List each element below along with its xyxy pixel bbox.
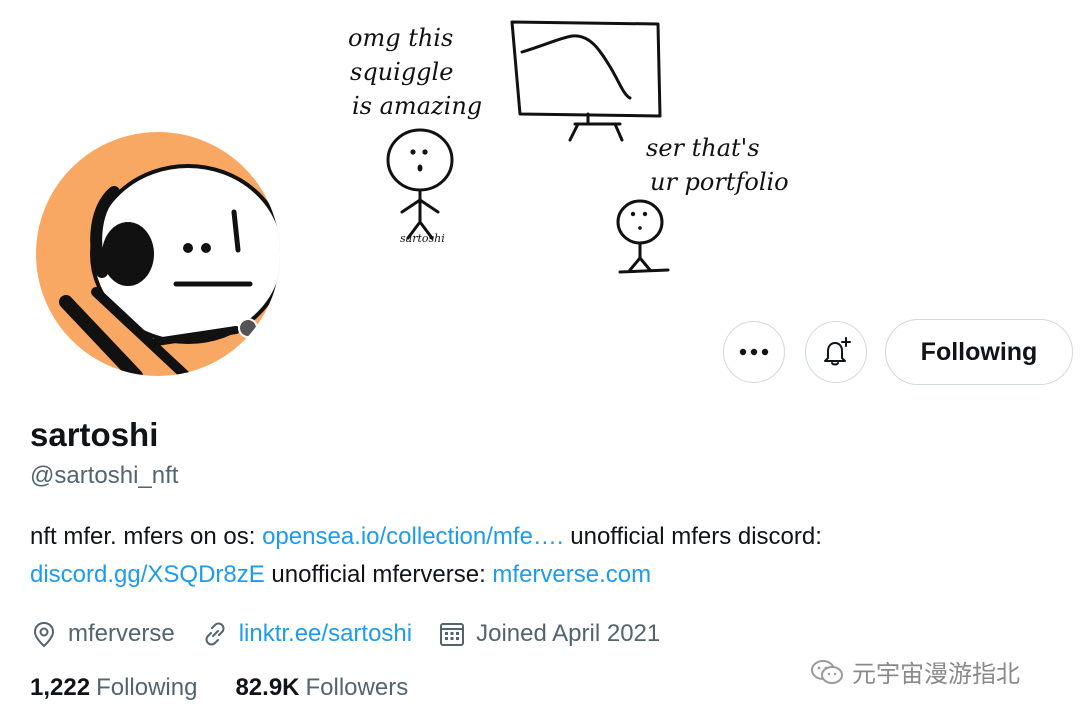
joined-item: Joined April 2021 xyxy=(438,620,660,648)
following-stat[interactable]: 1,222 Following xyxy=(30,674,197,702)
banner-caption-left-1: omg this xyxy=(348,24,453,52)
website-link[interactable]: linktr.ee/sartoshi xyxy=(239,620,412,648)
profile-meta: mferverse linktr.ee/sartoshi Joined Apri… xyxy=(30,614,686,654)
more-options-button[interactable] xyxy=(723,321,785,383)
notify-button[interactable] xyxy=(805,321,867,383)
profile-name: sartoshi xyxy=(30,416,159,453)
followers-label: Followers xyxy=(305,674,409,701)
location-item: mferverse xyxy=(30,620,175,648)
profile-avatar[interactable] xyxy=(34,130,282,378)
banner-caption-left-2: squiggle xyxy=(350,58,453,86)
wechat-icon xyxy=(811,659,843,684)
bio-text-1: nft mfer. mfers on os: xyxy=(30,523,263,550)
followers-stat[interactable]: 82.9K Followers xyxy=(235,674,408,702)
followers-count: 82.9K xyxy=(235,674,300,701)
more-horizontal-icon xyxy=(739,348,769,356)
watermark: 元宇宙漫游指北 xyxy=(810,654,1020,689)
bio-link-mferverse[interactable]: mferverse.com xyxy=(492,561,651,588)
bio-link-discord[interactable]: discord.gg/XSQDr8zE xyxy=(30,561,265,588)
following-count: 1,222 xyxy=(30,674,91,701)
location-pin-icon xyxy=(33,621,55,648)
location-text: mferverse xyxy=(68,620,175,647)
banner-caption-right-1: ser that's xyxy=(646,134,760,162)
bio-link-opensea[interactable]: opensea.io/collection/mfe…. xyxy=(262,523,564,550)
profile-stats: 1,222 Following 82.9K Followers xyxy=(30,674,446,702)
profile-bio: nft mfer. mfers on os: opensea.io/collec… xyxy=(30,518,1030,594)
link-icon xyxy=(205,622,225,646)
mfer-avatar-illustration xyxy=(59,164,280,376)
calendar-icon xyxy=(440,623,465,646)
joined-text: Joined April 2021 xyxy=(476,620,661,647)
banner-figure-label: sartoshi xyxy=(400,232,445,245)
banner-caption-left-3: is amazing xyxy=(352,92,482,120)
bio-text-3: unofficial mferverse: xyxy=(264,561,493,588)
bio-text-2: unofficial mfers discord: xyxy=(563,523,822,550)
bell-plus-icon xyxy=(824,337,851,366)
following-button[interactable]: Following xyxy=(885,319,1073,385)
banner-caption-right-2: ur portfolio xyxy=(650,168,789,196)
website-item[interactable]: linktr.ee/sartoshi xyxy=(201,620,412,648)
profile-handle: @sartoshi_nft xyxy=(30,462,179,489)
following-label: Following xyxy=(96,674,198,701)
watermark-text: 元宇宙漫游指北 xyxy=(852,661,1020,688)
